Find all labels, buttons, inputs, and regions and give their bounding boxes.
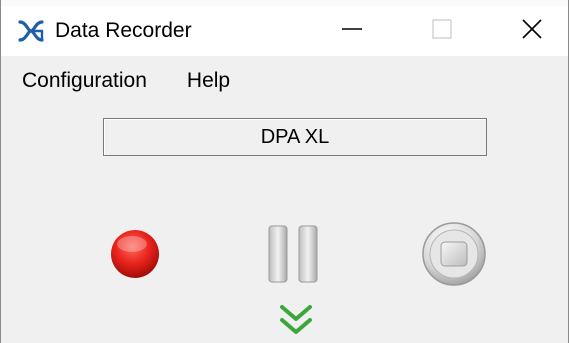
expand-button[interactable] bbox=[276, 302, 316, 338]
menu-help[interactable]: Help bbox=[167, 69, 250, 93]
minimize-icon bbox=[341, 18, 363, 45]
device-name-display: DPA XL bbox=[103, 118, 487, 156]
data-recorder-app-icon bbox=[17, 17, 45, 45]
close-button[interactable] bbox=[501, 6, 563, 56]
maximize-button[interactable] bbox=[411, 6, 473, 56]
pause-button[interactable] bbox=[263, 221, 323, 287]
record-button[interactable] bbox=[105, 224, 165, 284]
record-icon bbox=[105, 230, 165, 288]
recorder-panel: DPA XL bbox=[1, 106, 568, 343]
stop-button[interactable] bbox=[419, 219, 489, 289]
menu-bar: Configuration Help bbox=[1, 56, 568, 106]
close-icon bbox=[521, 18, 543, 45]
maximize-icon bbox=[431, 18, 453, 45]
stop-icon bbox=[419, 222, 489, 293]
window-title: Data Recorder bbox=[55, 19, 192, 42]
minimize-button[interactable] bbox=[321, 6, 383, 56]
title-bar[interactable]: Data Recorder bbox=[1, 6, 568, 56]
pause-icon bbox=[263, 225, 323, 291]
menu-configuration[interactable]: Configuration bbox=[22, 69, 167, 93]
double-chevron-down-icon bbox=[276, 305, 316, 342]
